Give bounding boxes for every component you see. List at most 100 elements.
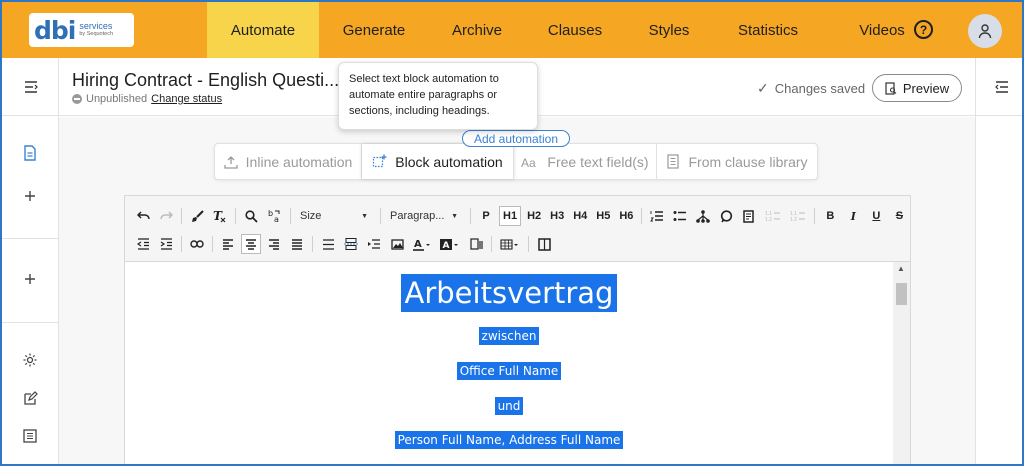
align-left-icon[interactable] <box>218 234 238 254</box>
block-automation-icon <box>372 154 387 169</box>
find-replace-icon[interactable]: ba <box>264 206 285 226</box>
paragraph-format-select[interactable]: Paragrap... ▼ <box>386 206 462 226</box>
edit-icon[interactable] <box>2 391 58 406</box>
toolbar-separator <box>212 236 213 252</box>
settings-gear-icon[interactable] <box>2 352 58 368</box>
list-details-icon[interactable] <box>2 429 58 443</box>
bold-button[interactable]: B <box>820 206 840 226</box>
collapse-right-panel-icon[interactable] <box>995 80 1009 98</box>
tab-block-automation[interactable]: Block automation <box>362 144 514 179</box>
link-icon[interactable] <box>187 234 207 254</box>
nav-generate[interactable]: Generate <box>332 2 416 58</box>
heading-6-button[interactable]: H6 <box>616 206 636 226</box>
decrease-indent-icon[interactable] <box>133 234 153 254</box>
toolbar-separator <box>181 208 182 224</box>
add-item-icon[interactable] <box>2 273 58 285</box>
scroll-up-icon[interactable]: ▲ <box>897 264 905 273</box>
free-text-icon: Aa <box>521 156 539 168</box>
document-title: Hiring Contract - English Questi... <box>72 70 340 90</box>
help-icon[interactable]: ? <box>914 20 933 39</box>
insert-block-icon[interactable] <box>364 234 384 254</box>
multilevel-list-alt-icon[interactable]: 1.1 1.2 <box>787 206 809 226</box>
undo-icon[interactable] <box>133 206 153 226</box>
numbered-list-icon[interactable] <box>647 206 667 226</box>
search-icon[interactable] <box>241 206 261 226</box>
changes-saved-text: Changes saved <box>774 81 866 96</box>
nav-statistics[interactable]: Statistics <box>730 2 806 58</box>
paragraph-line: und <box>125 397 893 415</box>
increase-indent-icon[interactable] <box>156 234 176 254</box>
toolbar-separator <box>181 236 182 252</box>
collapse-left-panel-icon[interactable] <box>24 80 38 98</box>
sidebar-separator <box>2 238 58 239</box>
nav-videos[interactable]: Videos <box>854 2 910 58</box>
heading-1-button[interactable]: H1 <box>499 206 522 226</box>
image-icon[interactable] <box>387 234 407 254</box>
scroll-thumb[interactable] <box>896 283 907 305</box>
toolbar-separator <box>491 236 492 252</box>
heading-2-button[interactable]: H2 <box>524 206 544 226</box>
bullet-list-icon[interactable] <box>670 206 690 226</box>
paragraph-text: und <box>494 397 524 415</box>
show-blocks-icon[interactable] <box>534 234 554 254</box>
toolbar-separator <box>235 208 236 224</box>
logo-sub-sequotech: by Sequotech <box>79 31 114 38</box>
redo-icon[interactable] <box>156 206 176 226</box>
tab-from-clause-library[interactable]: From clause library <box>657 144 817 179</box>
heading-3-button[interactable]: H3 <box>547 206 567 226</box>
add-automation-label[interactable]: Add automation <box>462 130 570 147</box>
strikethrough-button[interactable]: S <box>889 206 909 226</box>
nav-archive[interactable]: Archive <box>442 2 512 58</box>
svg-text:a: a <box>274 215 279 223</box>
tab-label: Inline automation <box>245 153 353 170</box>
paragraph-line: zwischen <box>125 327 893 345</box>
underline-button[interactable]: U <box>866 206 886 226</box>
preview-button[interactable]: Preview <box>872 74 962 102</box>
font-size-select[interactable]: Size ▼ <box>296 206 372 226</box>
hierarchy-icon[interactable] <box>693 206 713 226</box>
editor-scrollbar[interactable]: ▲ <box>893 262 910 464</box>
document-heading: Arbeitsvertrag <box>400 274 618 312</box>
align-center-icon[interactable] <box>241 234 261 254</box>
tab-free-text-fields[interactable]: Aa Free text field(s) <box>514 144 657 179</box>
document-icon[interactable] <box>2 145 58 161</box>
multilevel-list-icon[interactable]: 1.1 1.2 <box>762 206 784 226</box>
clear-formatting-icon[interactable]: T <box>210 206 230 226</box>
align-justify-icon[interactable] <box>287 234 307 254</box>
background-color-icon[interactable]: A <box>437 234 463 254</box>
paragraph-line: Person Full Name, Address Full Name <box>125 431 893 449</box>
align-right-icon[interactable] <box>264 234 284 254</box>
horizontal-line-icon[interactable] <box>318 234 338 254</box>
nav-styles[interactable]: Styles <box>640 2 698 58</box>
comment-icon[interactable] <box>716 206 736 226</box>
heading-4-button[interactable]: H4 <box>570 206 590 226</box>
toolbar-separator <box>641 208 643 224</box>
tab-label: From clause library <box>688 153 808 170</box>
add-section-icon[interactable] <box>2 190 58 202</box>
editor-content[interactable]: Arbeitsvertrag zwischen Office Full Name… <box>125 262 893 464</box>
user-avatar[interactable] <box>968 14 1002 48</box>
paragraph-text: zwischen <box>478 327 540 345</box>
right-sidebar-divider <box>975 58 976 464</box>
dock-panel-icon[interactable] <box>466 234 486 254</box>
check-icon: ✓ <box>757 80 769 96</box>
heading-5-button[interactable]: H5 <box>593 206 613 226</box>
text-color-icon[interactable]: A <box>410 234 434 254</box>
font-size-label: Size <box>300 210 322 222</box>
toolbar-row-2: A A <box>133 233 557 255</box>
toolbar-separator <box>470 208 471 224</box>
tab-label: Free text field(s) <box>547 153 649 170</box>
editor-toolbar: T ba Size ▼ Paragrap... ▼ P H1 H2 H3 H4 H5… <box>125 196 910 262</box>
paragraph-button[interactable]: P <box>476 206 496 226</box>
tab-inline-automation[interactable]: Inline automation <box>215 144 362 179</box>
change-status-link[interactable]: Change status <box>151 93 222 105</box>
format-painter-icon[interactable] <box>187 206 207 226</box>
italic-button[interactable]: I <box>843 206 863 226</box>
document-properties-icon[interactable] <box>739 206 759 226</box>
dbi-logo[interactable]: dbi services by Sequotech <box>29 13 134 47</box>
nav-clauses[interactable]: Clauses <box>542 2 608 58</box>
nav-automate[interactable]: Automate <box>207 2 319 58</box>
page-break-icon[interactable] <box>341 234 361 254</box>
table-icon[interactable] <box>497 234 523 254</box>
logo-subtext: services by Sequotech <box>79 22 113 38</box>
